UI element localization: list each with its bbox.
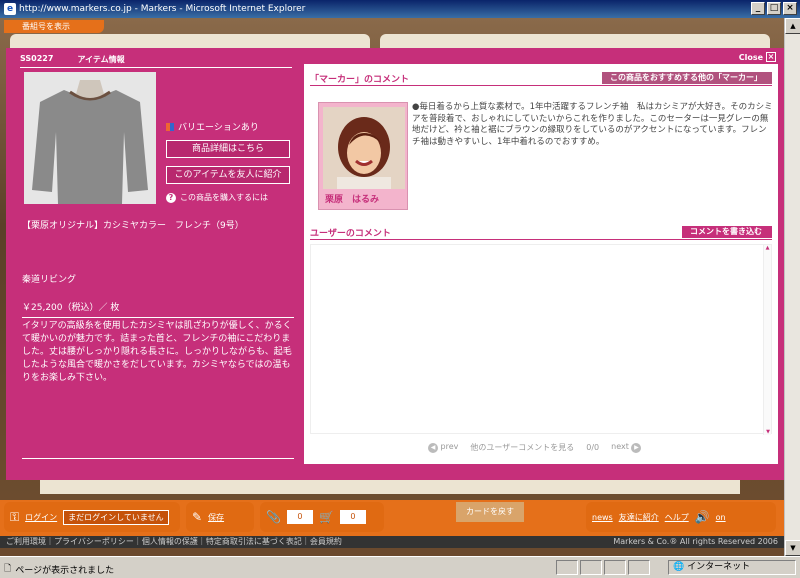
write-comment-button[interactable]: コメントを書き込む (682, 226, 772, 238)
how-to-buy-link[interactable]: ? この商品を購入するには (166, 192, 268, 203)
status-cell (628, 560, 650, 575)
comment-scrollbar[interactable]: ▲ ▼ (763, 245, 771, 435)
close-icon: × (766, 52, 776, 62)
user-comment-header: ユーザーのコメント コメントを書き込む (310, 226, 772, 240)
globe-icon: 🌐 (673, 562, 685, 572)
site-footer: ご利用環境｜プライバシーポリシー｜個人情報の保護｜特定商取引法に基づく表記｜会員… (0, 536, 784, 548)
comment-panel: 「マーカー」のコメント この商品をおすすめする他の「マーカー」 栗原 はるみ ●… (304, 64, 778, 464)
status-text: ページが表示されました (15, 565, 115, 576)
marker-avatar (323, 107, 405, 189)
sweater-image (24, 72, 156, 204)
item-info-label: アイテム情報 (77, 55, 125, 64)
next-label: next (611, 442, 629, 451)
page-icon: 🗋 (4, 564, 12, 574)
pencil-icon: ✎ (192, 510, 203, 524)
window-scrollbar[interactable]: ▲ ▼ (784, 18, 800, 556)
divider (22, 458, 294, 459)
scroll-up-arrow-icon[interactable]: ▲ (785, 18, 800, 34)
card-back-button[interactable]: カードを戻す (456, 502, 524, 522)
user-comment-heading: ユーザーのコメント (310, 229, 391, 239)
cart-count: 0 (339, 510, 366, 524)
marker-name: 栗原 はるみ (325, 195, 380, 205)
scroll-down-icon[interactable]: ▼ (764, 429, 772, 435)
login-status: まだログインしていません (63, 509, 169, 525)
bottom-toolbar: ⚿ ログイン まだログインしていません ✎ 保存 📎 0 🛒 0 news 友達… (0, 500, 784, 536)
other-markers-button[interactable]: この商品をおすすめする他の「マーカー」 (602, 72, 772, 84)
item-panel: Close × SS0227 アイテム情報 バリエーションあり 商品詳細はこちら… (6, 48, 784, 480)
show-number-tab[interactable]: 番組号を表示 (4, 20, 104, 33)
item-info-column: SS0227 アイテム情報 バリエーションあり 商品詳細はこちら このアイテムを… (20, 54, 294, 459)
marker-comment-text: ●毎日着るから上質な素材で。1年中活躍するフレンチ袖 私はカシミアが大好き。その… (412, 102, 773, 147)
marker-comment-heading: 「マーカー」のコメント (310, 75, 410, 85)
window-titlebar: e http://www.markers.co.jp - Markers - M… (0, 0, 800, 18)
login-segment: ⚿ ログイン まだログインしていません (4, 502, 180, 532)
nav-segment: news 友達に紹介 ヘルプ 🔊 on (586, 502, 776, 532)
avatar-image (323, 107, 405, 189)
save-link[interactable]: 保存 (208, 512, 224, 523)
scroll-down-arrow-icon[interactable]: ▼ (785, 540, 800, 556)
login-link[interactable]: ログイン (25, 512, 57, 523)
product-detail-button[interactable]: 商品詳細はこちら (166, 140, 290, 158)
variation-indicator: バリエーションあり (166, 120, 259, 133)
news-link[interactable]: news (592, 513, 613, 522)
page-counter: 0/0 (586, 443, 600, 452)
clip-cart-segment: 📎 0 🛒 0 (260, 502, 384, 532)
comment-pager: ◀ prev 他のユーザーコメントを見る 0/0 next ▶ (428, 442, 642, 453)
close-label: Close (738, 52, 763, 62)
prev-arrow-icon: ◀ (428, 443, 438, 453)
question-icon: ? (166, 192, 176, 203)
browser-statusbar: 🗋 ページが表示されました 🌐 インターネット (0, 556, 800, 578)
help-link[interactable]: ヘルプ (665, 512, 689, 523)
minimize-button[interactable]: _ (751, 2, 765, 15)
prev-label: prev (440, 442, 459, 451)
variation-label: バリエーションあり (178, 123, 259, 133)
window-title: http://www.markers.co.jp - Markers - Mic… (19, 4, 306, 14)
product-brand: 秦道リビング (22, 275, 77, 285)
cart-icon[interactable]: 🛒 (319, 510, 334, 524)
speaker-icon: 🔊 (694, 510, 710, 524)
item-header: SS0227 アイテム情報 (20, 54, 292, 68)
product-image (24, 72, 156, 204)
marker-comment-header: 「マーカー」のコメント この商品をおすすめする他の「マーカー」 (310, 72, 772, 86)
paperclip-icon[interactable]: 📎 (266, 510, 281, 524)
see-others-label: 他のユーザーコメントを見る (470, 443, 575, 452)
security-zone: 🌐 インターネット (668, 560, 796, 575)
user-comment-list: ▲ ▼ (310, 244, 772, 435)
how-to-buy-label: この商品を購入するには (180, 193, 268, 202)
key-icon: ⚿ (10, 509, 20, 524)
invite-link[interactable]: 友達に紹介 (619, 512, 659, 523)
status-cell (604, 560, 626, 575)
color-swatch-icon (166, 122, 174, 131)
ie-icon: e (4, 3, 16, 15)
zone-label: インターネット (687, 562, 751, 572)
product-description: イタリアの高級糸を使用したカシミヤは肌ざわりが優しく、かるくて暖かいのが魅力です… (22, 321, 292, 383)
status-message: 🗋 ページが表示されました (4, 561, 114, 577)
product-price: ￥25,200（税込）／ 枚 (22, 300, 294, 318)
status-cell (556, 560, 578, 575)
close-window-button[interactable]: × (783, 2, 797, 15)
status-cell (580, 560, 602, 575)
clip-count: 0 (286, 510, 313, 524)
window-controls: _ □ × (751, 2, 797, 15)
marker-profile-card[interactable]: 栗原 はるみ (318, 102, 408, 210)
product-name: 【栗原オリジナル】カシミヤカラー フレンチ（9号） (22, 221, 244, 231)
prev-link[interactable]: ◀ prev (428, 442, 458, 453)
save-segment: ✎ 保存 (186, 502, 254, 532)
footer-links[interactable]: ご利用環境｜プライバシーポリシー｜個人情報の保護｜特定商取引法に基づく表記｜会員… (6, 537, 342, 546)
item-code: SS0227 (20, 54, 54, 63)
copyright: Markers & Co.® All rights Reserved 2006 (613, 537, 778, 546)
maximize-button[interactable]: □ (767, 2, 781, 15)
scroll-up-icon[interactable]: ▲ (764, 245, 771, 251)
share-item-button[interactable]: このアイテムを友人に紹介 (166, 166, 290, 184)
next-link[interactable]: next ▶ (611, 442, 642, 453)
panel-close-button[interactable]: Close × (739, 52, 776, 62)
sound-toggle[interactable]: on (716, 513, 726, 522)
next-arrow-icon: ▶ (631, 443, 642, 453)
